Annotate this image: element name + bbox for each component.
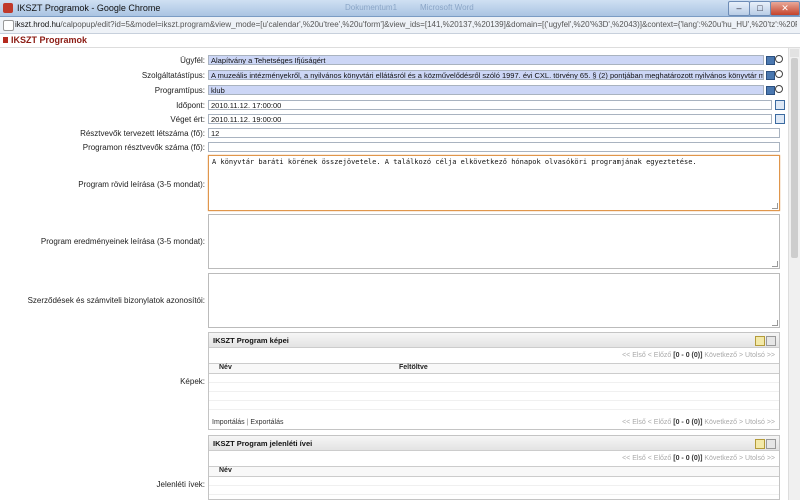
- veget-ert-label: Véget ért:: [170, 115, 205, 124]
- close-button[interactable]: ✕: [770, 1, 800, 16]
- pager-count: [0 - 0 (0)]: [673, 419, 703, 426]
- page-scrollbar[interactable]: [788, 48, 800, 500]
- table-row: [209, 401, 779, 410]
- jelenleti-label: Jelenléti ívek:: [156, 480, 205, 489]
- table-row: [209, 374, 779, 383]
- open-record-icon[interactable]: [766, 71, 775, 80]
- rovid-leiras-text: A könyvtár baráti körének összejövetele.…: [212, 158, 697, 166]
- jelenleti-panel-header: IKSZT Program jelenléti ívei: [209, 436, 779, 451]
- url-text[interactable]: ikszt.hrod.hu/calpopup/edit?id=5&model=i…: [15, 20, 797, 29]
- pager-next[interactable]: Következő > Utolsó >>: [702, 455, 775, 462]
- calendar-icon[interactable]: [775, 114, 785, 124]
- kepek-panel-title: IKSZT Program képei: [213, 336, 289, 345]
- eredmenyek-textarea[interactable]: [208, 214, 780, 269]
- url-path: /calpopup/edit?id=5&model=ikszt.program&…: [60, 20, 797, 29]
- column-header-nev[interactable]: Név: [219, 364, 232, 371]
- window-titlebar: IKSZT Programok - Google Chrome Dokument…: [0, 0, 800, 17]
- url-host: ikszt.hrod.hu: [15, 20, 61, 29]
- szolgaltatastipus-label: Szolgáltatástípus:: [141, 71, 205, 80]
- kepek-pager-bottom: << Első < Előző [0 - 0 (0)] Következő > …: [622, 419, 775, 426]
- idopont-label: Időpont:: [176, 101, 205, 110]
- ghost-tab-1: Dokumentum1: [345, 3, 398, 12]
- resize-handle-icon[interactable]: [772, 203, 778, 209]
- resize-handle-icon[interactable]: [772, 320, 778, 326]
- kepek-table-header: Név Feltöltve: [209, 363, 779, 374]
- kepek-panel: IKSZT Program képei << Első < Előző [0 -…: [208, 332, 780, 430]
- szerzodesek-textarea[interactable]: [208, 273, 780, 328]
- programtipus-label: Programtípus:: [154, 86, 205, 95]
- edit-list-icon[interactable]: [766, 336, 776, 346]
- footer-separator: |: [246, 419, 249, 426]
- open-record-icon[interactable]: [766, 86, 775, 95]
- kepek-label: Képek:: [180, 377, 205, 386]
- jelenleti-panel: IKSZT Program jelenléti ívei << Első < E…: [208, 435, 780, 500]
- jelenleti-pager: << Első < Előző [0 - 0 (0)] Következő > …: [622, 455, 775, 462]
- szolgaltatastipus-field[interactable]: A muzeális intézményekről, a nyilvános k…: [208, 70, 764, 80]
- pager-count: [0 - 0 (0)]: [673, 352, 703, 359]
- table-row: [209, 486, 779, 495]
- ugyfel-lookup[interactable]: [766, 55, 784, 65]
- programtipus-lookup[interactable]: [766, 85, 784, 95]
- table-row: [209, 383, 779, 392]
- resztvevok-szama-label: Programon résztvevők száma (fő):: [82, 143, 205, 152]
- pager-prev[interactable]: << Első < Előző: [622, 455, 673, 462]
- szolgaltatastipus-lookup[interactable]: [766, 70, 784, 80]
- ghost-tab-2: Microsoft Word: [420, 3, 474, 12]
- rovid-leiras-textarea[interactable]: A könyvtár baráti körének összejövetele.…: [208, 155, 780, 211]
- ugyfel-label: Ügyfél:: [180, 56, 205, 65]
- column-header-nev[interactable]: Név: [219, 467, 232, 474]
- header-bullet-icon: [3, 37, 8, 43]
- minimize-button[interactable]: –: [728, 1, 750, 16]
- jelenleti-panel-title: IKSZT Program jelenléti ívei: [213, 439, 313, 448]
- search-icon[interactable]: [775, 55, 783, 63]
- new-record-icon[interactable]: [755, 336, 765, 346]
- app-icon: [3, 3, 13, 13]
- maximize-button[interactable]: □: [749, 1, 771, 16]
- rovid-leiras-label: Program rövid leírása (3-5 mondat):: [78, 180, 205, 189]
- tervezett-letszam-label: Résztvevők tervezett létszáma (fő):: [80, 129, 205, 138]
- programtipus-field[interactable]: klub: [208, 85, 764, 95]
- tervezett-letszam-field[interactable]: 12: [208, 128, 780, 138]
- search-icon[interactable]: [775, 70, 783, 78]
- jelenleti-table-header: Név: [209, 466, 779, 477]
- column-header-feltoltve[interactable]: Feltöltve: [399, 364, 428, 371]
- kepek-panel-header: IKSZT Program képei: [209, 333, 779, 348]
- pager-prev[interactable]: << Első < Előző: [622, 352, 673, 359]
- scroll-up-arrow-icon[interactable]: [790, 49, 799, 57]
- eredmenyek-label: Program eredményeinek leírása (3-5 monda…: [40, 237, 205, 246]
- pager-prev[interactable]: << Első < Előző: [622, 419, 673, 426]
- szerzodesek-label: Szerződések és számviteli bizonylatok az…: [27, 296, 205, 305]
- ugyfel-field[interactable]: Alapítvány a Tehetséges Ifjúságért: [208, 55, 764, 65]
- idopont-field[interactable]: 2010.11.12. 17:00:00: [208, 100, 772, 110]
- kepek-pager: << Első < Előző [0 - 0 (0)] Következő > …: [622, 352, 775, 359]
- search-icon[interactable]: [775, 85, 783, 93]
- open-record-icon[interactable]: [766, 56, 775, 65]
- scrollbar-thumb[interactable]: [791, 58, 798, 258]
- veget-ert-field[interactable]: 2010.11.12. 19:00:00: [208, 114, 772, 124]
- page-icon: [3, 20, 14, 31]
- pager-next[interactable]: Következő > Utolsó >>: [702, 352, 775, 359]
- page-header: IKSZT Programok: [0, 34, 800, 48]
- edit-list-icon[interactable]: [766, 439, 776, 449]
- kepek-panel-footer: Importálás | Exportálás: [212, 419, 284, 426]
- pager-count: [0 - 0 (0)]: [673, 455, 703, 462]
- page-title: IKSZT Programok: [11, 35, 88, 45]
- export-link[interactable]: Exportálás: [250, 419, 283, 426]
- import-link[interactable]: Importálás: [212, 419, 245, 426]
- address-bar[interactable]: ikszt.hrod.hu/calpopup/edit?id=5&model=i…: [0, 17, 800, 34]
- calendar-icon[interactable]: [775, 100, 785, 110]
- resize-handle-icon[interactable]: [772, 261, 778, 267]
- new-record-icon[interactable]: [755, 439, 765, 449]
- pager-next[interactable]: Következő > Utolsó >>: [702, 419, 775, 426]
- table-row: [209, 477, 779, 486]
- table-row: [209, 392, 779, 401]
- resztvevok-szama-field[interactable]: [208, 142, 780, 152]
- window-title: IKSZT Programok - Google Chrome: [17, 3, 161, 13]
